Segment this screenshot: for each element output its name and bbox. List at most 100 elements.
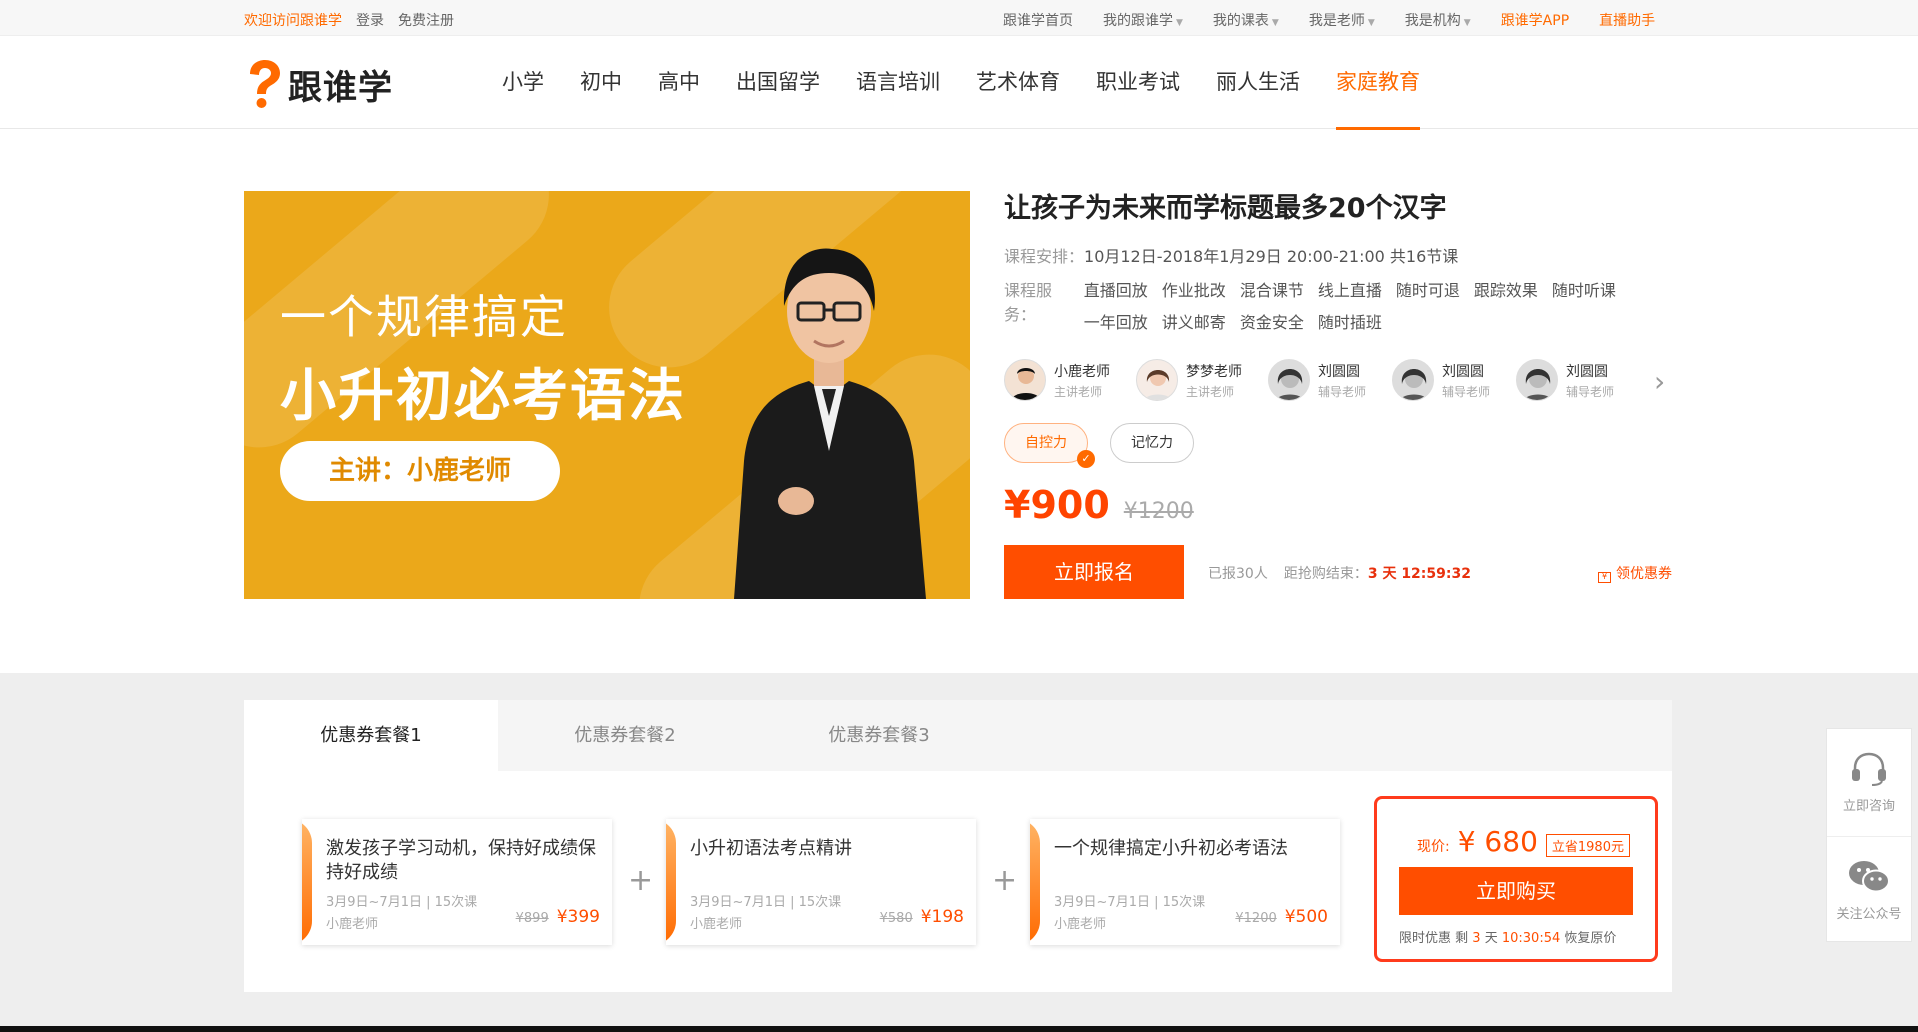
timer-suffix: 恢复原价 bbox=[1564, 931, 1617, 946]
chevron-down-icon: ▼ bbox=[1271, 18, 1279, 28]
tab-package-2[interactable]: 优惠券套餐2 bbox=[498, 700, 752, 771]
countdown-label: 距抢购结束： bbox=[1283, 566, 1368, 582]
teacher-text: 刘圆圆 辅导老师 bbox=[1442, 361, 1490, 400]
teacher-link[interactable]: 我是老师 ▼ bbox=[1309, 10, 1375, 30]
get-coupon-link[interactable]: ¥ 领优惠券 bbox=[1598, 563, 1672, 583]
banner-line-2: 小升初必考语法 bbox=[280, 364, 686, 429]
home-link[interactable]: 跟谁学首页 bbox=[1003, 10, 1073, 30]
tag-self-control[interactable]: 自控力 ✓ bbox=[1004, 423, 1095, 468]
my-schedule-link[interactable]: 我的课表 ▼ bbox=[1213, 10, 1279, 30]
enroll-button[interactable]: 立即报名 bbox=[1004, 545, 1184, 599]
logo[interactable]: 跟谁学 bbox=[244, 58, 393, 110]
avatar bbox=[1004, 359, 1046, 401]
banner-line-1: 一个规律搞定 bbox=[280, 290, 568, 344]
course-banner: 一个规律搞定 小升初必考语法 主讲：小鹿老师 bbox=[244, 191, 970, 599]
course-schedule: 课程安排：10月12日-2018年1月29日 20:00-21:00 共16节课 bbox=[1004, 243, 1672, 267]
package-buy-box: 现价: ¥ 680 立省1980元 立即购买 限时优惠 剩 3 天 10:30:… bbox=[1374, 796, 1658, 962]
teacher-list: 小鹿老师 主讲老师 梦梦老师 主讲老师 刘圆圆 辅导老师 刘圆圆 辅导老师 刘圆圆 辅导老… bbox=[1004, 359, 1672, 401]
chevron-right-icon[interactable]: › bbox=[1654, 365, 1665, 398]
card-accent bbox=[1030, 819, 1040, 945]
timer-time: 10:30:54 bbox=[1501, 931, 1561, 946]
nav-item-study-abroad[interactable]: 出国留学 bbox=[736, 36, 820, 129]
consult-button[interactable]: 立即咨询 bbox=[1827, 729, 1911, 836]
nav-menu: 小学 初中 高中 出国留学 语言培训 艺术体育 职业考试 丽人生活 家庭教育 bbox=[502, 36, 1456, 130]
consult-label: 立即咨询 bbox=[1842, 799, 1895, 814]
package-course-meta: 3月9日~7月1日 | 15次课 bbox=[326, 895, 478, 910]
live-helper-link[interactable]: 直播助手 bbox=[1599, 10, 1655, 30]
avatar bbox=[1392, 359, 1435, 401]
nav-item-senior-high[interactable]: 高中 bbox=[658, 36, 700, 129]
buy-now-button[interactable]: 立即购买 bbox=[1399, 867, 1633, 915]
package-teacher: 小鹿老师 bbox=[1054, 917, 1107, 932]
app-link[interactable]: 跟谁学APP bbox=[1501, 10, 1569, 30]
card-accent bbox=[666, 819, 676, 945]
main-nav: 跟谁学 小学 初中 高中 出国留学 语言培训 艺术体育 职业考试 丽人生活 家庭… bbox=[0, 36, 1918, 130]
package-old-price: ¥899 bbox=[515, 911, 549, 926]
nav-item-career-exams[interactable]: 职业考试 bbox=[1096, 36, 1180, 129]
teacher-role: 辅导老师 bbox=[1566, 384, 1615, 399]
savings-badge: 立省1980元 bbox=[1545, 834, 1630, 857]
nav-item-arts-sports[interactable]: 艺术体育 bbox=[976, 36, 1060, 129]
my-account-link[interactable]: 我的跟谁学 ▼ bbox=[1103, 10, 1183, 30]
service-item: 一年回放 bbox=[1083, 313, 1148, 332]
teacher-role: 主讲老师 bbox=[1054, 384, 1103, 399]
service-item: 混合课节 bbox=[1239, 281, 1304, 300]
coupon-link-label: 领优惠券 bbox=[1616, 566, 1672, 582]
course-services: 课程服务： 直播回放 作业批改 混合课节 线上直播 随时可退 跟踪效果 随时听课… bbox=[1004, 277, 1672, 333]
package-course-card[interactable]: 激发孩子学习动机，保持好成绩保持好成绩 3月9日~7月1日 | 15次课 小鹿老… bbox=[302, 819, 612, 945]
institution-link[interactable]: 我是机构 ▼ bbox=[1405, 10, 1471, 30]
package-price: ¥899 ¥399 bbox=[516, 907, 600, 927]
service-item: 资金安全 bbox=[1239, 313, 1304, 332]
plus-icon: + bbox=[628, 863, 654, 898]
package-course-meta: 3月9日~7月1日 | 15次课 bbox=[1054, 895, 1206, 910]
card-accent bbox=[302, 819, 312, 945]
follow-account-button[interactable]: 关注公众号 bbox=[1827, 836, 1911, 943]
package-old-price: ¥580 bbox=[879, 911, 913, 926]
logo-text: 跟谁学 bbox=[288, 67, 393, 108]
nav-item-language[interactable]: 语言培训 bbox=[856, 36, 940, 129]
timer-unit: 天 bbox=[1484, 931, 1498, 946]
tag-label: 自控力 bbox=[1025, 435, 1067, 451]
package-lessons: 15次课 bbox=[434, 895, 478, 910]
teacher-label: 我是老师 bbox=[1308, 13, 1365, 29]
teacher-card[interactable]: 刘圆圆 辅导老师 bbox=[1268, 359, 1366, 401]
floating-sidebar: 立即咨询 关注公众号 bbox=[1826, 728, 1912, 942]
login-link[interactable]: 登录 bbox=[356, 10, 384, 30]
nav-item-junior-high[interactable]: 初中 bbox=[580, 36, 622, 129]
my-schedule-label: 我的课表 bbox=[1212, 13, 1269, 29]
nav-item-family-education[interactable]: 家庭教育 bbox=[1336, 36, 1420, 130]
package-new-price: ¥500 bbox=[1284, 907, 1328, 927]
package-course-title: 一个规律搞定小升初必考语法 bbox=[1054, 838, 1288, 859]
service-item: 作业批改 bbox=[1161, 281, 1226, 300]
nav-item-primary[interactable]: 小学 bbox=[502, 36, 544, 129]
teacher-card[interactable]: 刘圆圆 辅导老师 bbox=[1392, 359, 1490, 401]
check-icon: ✓ bbox=[1077, 450, 1095, 468]
package-course-card[interactable]: 小升初语法考点精讲 3月9日~7月1日 | 15次课 小鹿老师 ¥580 ¥198 bbox=[666, 819, 976, 945]
schedule-label: 课程安排： bbox=[1004, 247, 1085, 266]
tab-package-1[interactable]: 优惠券套餐1 bbox=[244, 700, 498, 771]
wechat-icon bbox=[1849, 860, 1890, 892]
nav-item-beauty-life[interactable]: 丽人生活 bbox=[1216, 36, 1300, 129]
teacher-card[interactable]: 小鹿老师 主讲老师 bbox=[1004, 359, 1110, 401]
services-list: 直播回放 作业批改 混合课节 线上直播 随时可退 跟踪效果 随时听课 一年回放 … bbox=[1084, 277, 1672, 333]
package-lessons: 15次课 bbox=[798, 895, 842, 910]
register-link[interactable]: 免费注册 bbox=[398, 10, 454, 30]
teacher-name: 刘圆圆 bbox=[1566, 363, 1609, 380]
package-new-price: ¥198 bbox=[920, 907, 964, 927]
services-label: 课程服务： bbox=[1004, 281, 1053, 324]
package-current-price: 现价: ¥ 680 立省1980元 bbox=[1417, 825, 1630, 858]
current-price-value: ¥ 680 bbox=[1457, 825, 1538, 858]
package-old-price: ¥1200 bbox=[1235, 911, 1277, 926]
tab-package-3[interactable]: 优惠券套餐3 bbox=[752, 700, 1006, 771]
package-course-card[interactable]: 一个规律搞定小升初必考语法 3月9日~7月1日 | 15次课 小鹿老师 ¥120… bbox=[1030, 819, 1340, 945]
teacher-name: 刘圆圆 bbox=[1318, 363, 1360, 380]
package-course-title: 小升初语法考点精讲 bbox=[690, 838, 852, 859]
logo-question-mark-icon bbox=[250, 60, 280, 108]
welcome-text: 欢迎访问跟谁学 bbox=[244, 13, 342, 29]
package-new-price: ¥399 bbox=[556, 907, 600, 927]
package-dates: 3月9日~7月1日 bbox=[326, 895, 422, 910]
tag-memory[interactable]: 记忆力 bbox=[1110, 423, 1194, 463]
teacher-card[interactable]: 刘圆圆 辅导老师 bbox=[1516, 359, 1614, 401]
timer-days: 3 bbox=[1472, 931, 1481, 946]
teacher-card[interactable]: 梦梦老师 主讲老师 bbox=[1136, 359, 1242, 401]
